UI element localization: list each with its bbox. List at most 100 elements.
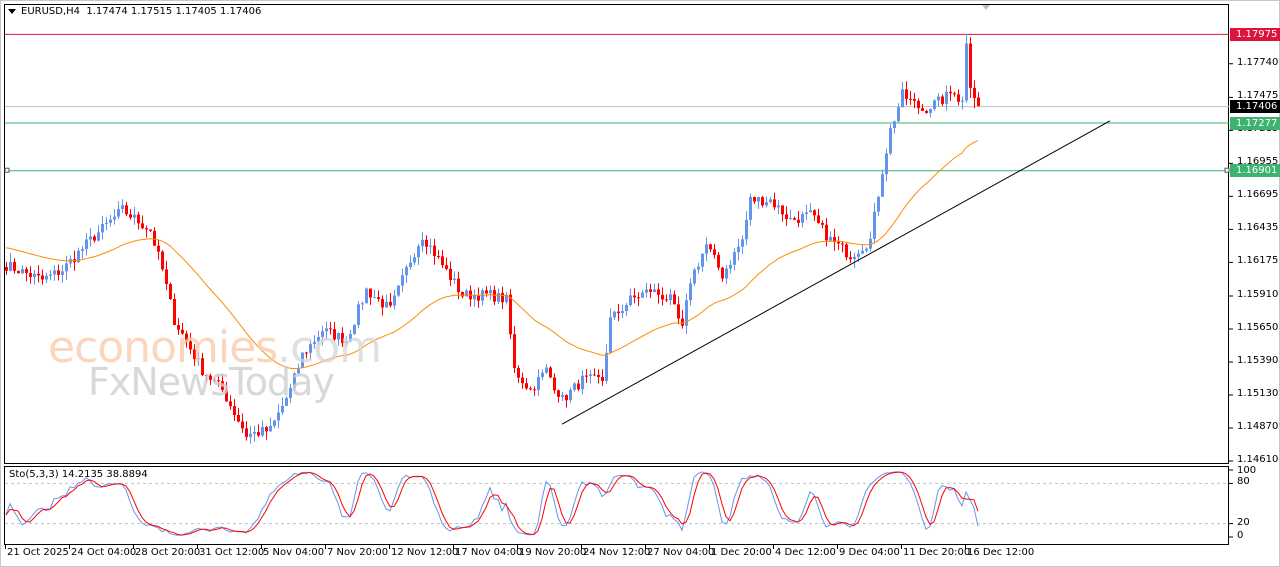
candle-body: [113, 216, 116, 220]
candle: [397, 285, 400, 298]
candle-body: [605, 352, 608, 381]
candle-body: [649, 289, 652, 292]
candle-body: [269, 425, 272, 432]
line-handle-icon[interactable]: [4, 167, 10, 173]
candle-body: [797, 219, 800, 223]
candle-body: [13, 261, 16, 271]
candle-body: [865, 248, 868, 251]
time-axis-label: 17 Nov 04:00: [455, 547, 523, 558]
candle-body: [917, 100, 920, 109]
candle-body: [609, 317, 612, 353]
candle-body: [961, 100, 964, 102]
candle-body: [525, 383, 528, 389]
price-axis-label: 1.15910: [1237, 289, 1279, 300]
candle-body: [125, 205, 128, 215]
candle-body: [533, 389, 536, 391]
candle-body: [733, 252, 736, 265]
candle-body: [561, 395, 564, 397]
candle-body: [541, 372, 544, 377]
candle-body: [25, 269, 28, 273]
candle-body: [841, 243, 844, 245]
line-handle-icon[interactable]: [1224, 167, 1230, 173]
candle: [693, 267, 696, 286]
candle-body: [433, 245, 436, 257]
candle-body: [509, 294, 512, 335]
time-axis-label: 7 Nov 20:00: [327, 547, 389, 558]
fxnewstoday-watermark: FxNewsToday: [88, 360, 335, 404]
candle-body: [389, 301, 392, 306]
candle-body: [445, 265, 448, 269]
candle-body: [877, 196, 880, 212]
candle-body: [457, 278, 460, 293]
candle-body: [821, 222, 824, 225]
candle-body: [881, 174, 884, 197]
time-axis-label: 19 Nov 20:00: [519, 547, 587, 558]
candle-body: [965, 43, 968, 101]
candle-body: [65, 263, 68, 272]
candle-body: [465, 290, 468, 297]
price-tag: 1.16901: [1230, 164, 1280, 178]
candle-body: [17, 270, 20, 274]
candle: [889, 124, 892, 156]
candle-body: [665, 299, 668, 301]
candle-body: [729, 264, 732, 269]
ohlc-readout: 1.17474 1.17515 1.17405 1.17406: [86, 6, 262, 17]
candle-body: [825, 224, 828, 241]
candle-body: [745, 219, 748, 240]
candle-body: [513, 334, 516, 368]
chart-canvas[interactable]: [0, 0, 1280, 567]
candle-body: [765, 202, 768, 206]
candle-body: [861, 250, 864, 254]
candle-body: [253, 432, 256, 434]
candle-body: [721, 267, 724, 279]
candle-body: [409, 262, 412, 267]
candle-body: [829, 237, 832, 241]
candle-body: [737, 246, 740, 253]
candle-body: [9, 261, 12, 271]
time-axis-label: 1 Dec 20:00: [711, 547, 772, 558]
stochastic-title: Sto(5,3,3) 14.2135 38.8894: [9, 469, 148, 480]
candle-body: [241, 421, 244, 429]
candle-body: [645, 289, 648, 293]
candle-body: [437, 256, 440, 258]
candle-body: [245, 428, 248, 437]
candle-body: [101, 223, 104, 233]
candle-body: [593, 374, 596, 376]
candle-body: [617, 311, 620, 314]
candle-body: [93, 236, 96, 241]
price-tag: 1.17277: [1230, 116, 1280, 130]
time-axis-label: 5 Nov 04:00: [263, 547, 325, 558]
candle-body: [597, 374, 600, 377]
candle-body: [153, 230, 156, 246]
candle-body: [601, 376, 604, 381]
candle-body: [273, 420, 276, 426]
candle-body: [693, 269, 696, 284]
candle-body: [897, 107, 900, 122]
candle-body: [117, 209, 120, 217]
price-axis-label: 1.16695: [1237, 189, 1279, 201]
candle-body: [901, 89, 904, 108]
chart-title: EURUSD,H4 1.17474 1.17515 1.17405 1.1740…: [8, 6, 261, 17]
candle-body: [421, 239, 424, 247]
candle-body: [5, 266, 8, 271]
candle-body: [373, 297, 376, 299]
candle-body: [85, 239, 88, 249]
candle-body: [569, 389, 572, 401]
price-axis-label: 1.14870: [1237, 421, 1279, 432]
time-axis-label: 27 Nov 04:00: [647, 547, 715, 558]
time-axis-label: 24 Nov 12:00: [583, 547, 651, 558]
candle: [169, 282, 172, 301]
candle-body: [653, 289, 656, 292]
candle-body: [497, 292, 500, 302]
candle-body: [233, 406, 236, 415]
candle-body: [753, 196, 756, 202]
candle-body: [169, 284, 172, 300]
candle: [365, 287, 368, 304]
candle-body: [557, 390, 560, 397]
candle-body: [793, 218, 796, 220]
candle-body: [709, 244, 712, 250]
candle-body: [773, 199, 776, 208]
candle-body: [813, 210, 816, 216]
candle-body: [789, 218, 792, 220]
dropdown-triangle-icon[interactable]: [8, 8, 16, 14]
